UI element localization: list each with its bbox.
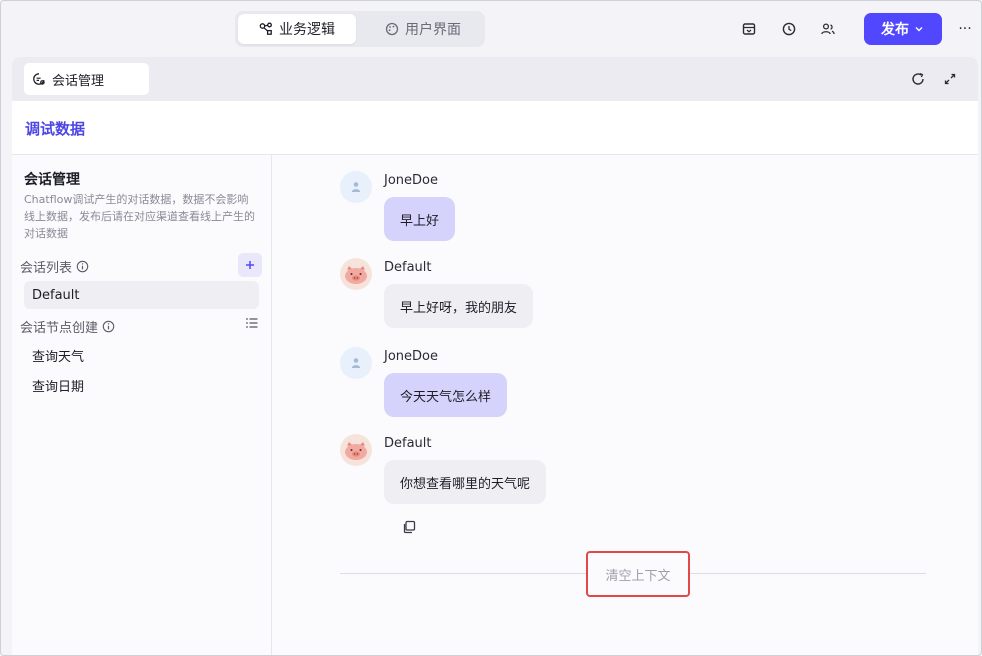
conversation-panel: 会话管理 调试数据 会话管理 Chatflow调试产生的对话数据，数据不会影响线… <box>12 57 978 655</box>
message-text: 早上好呀，我的朋友 <box>400 300 518 316</box>
expand-icon <box>944 73 956 85</box>
refresh-icon <box>912 73 924 85</box>
workflow-icon <box>259 22 272 35</box>
app-window: 业务逻辑 用户界面 发布 ··· 会话管理 调试数据 会话管理 Chatflow… <box>0 0 982 656</box>
refresh-button[interactable] <box>906 67 930 91</box>
clear-context-label: 清空上下文 <box>605 568 671 584</box>
tab-label: 用户界面 <box>405 22 461 38</box>
chat-area: JoneDoe 早上好 Default 早上好呀，我的朋友 JoneDoe 今天… <box>272 155 978 655</box>
bot-avatar <box>340 258 372 290</box>
message-text: 你想查看哪里的天气呢 <box>400 476 531 492</box>
history-icon <box>782 22 796 36</box>
history-button[interactable] <box>777 17 801 41</box>
message-sender: Default <box>384 260 432 275</box>
divider-left <box>340 573 586 574</box>
info-icon[interactable] <box>102 320 115 333</box>
tab-business-logic[interactable]: 业务逻辑 <box>238 14 356 44</box>
add-conversation-button[interactable] <box>238 253 262 277</box>
section-title: 调试数据 <box>25 120 86 138</box>
archive-button[interactable] <box>737 17 761 41</box>
bot-avatar <box>340 434 372 466</box>
collaborators-button[interactable] <box>816 17 840 41</box>
message-sender: Default <box>384 436 432 451</box>
chevron-down-icon <box>915 27 923 32</box>
message-bubble: 你想查看哪里的天气呢 <box>384 460 547 504</box>
publish-button[interactable]: 发布 <box>864 13 942 45</box>
avatar <box>340 347 372 379</box>
list-item-label: Default <box>32 287 80 303</box>
palette-icon <box>385 22 399 36</box>
expand-button[interactable] <box>938 67 962 91</box>
conversation-item-default[interactable]: Default <box>24 281 259 309</box>
conversation-list-label: 会话列表 <box>20 261 73 276</box>
sidebar: 会话管理 Chatflow调试产生的对话数据，数据不会影响线上数据，发布后请在对… <box>12 155 271 655</box>
tab-user-interface[interactable]: 用户界面 <box>364 14 482 44</box>
message-bubble: 早上好呀，我的朋友 <box>384 284 534 328</box>
sidebar-title: 会话管理 <box>24 172 80 188</box>
message-sender: JoneDoe <box>384 173 438 188</box>
plus-icon <box>246 261 254 269</box>
node-create-header: 会话节点创建 <box>20 317 115 336</box>
users-icon <box>821 23 835 35</box>
pig-avatar-icon <box>345 266 367 284</box>
archive-icon <box>742 23 756 35</box>
message-bubble: 今天天气怎么样 <box>384 373 508 417</box>
message-bubble: 早上好 <box>384 197 456 241</box>
chat-settings-icon <box>33 73 45 85</box>
tab-label: 业务逻辑 <box>279 22 335 38</box>
list-item-label: 查询天气 <box>32 349 85 365</box>
message-sender: JoneDoe <box>384 349 438 364</box>
more-icon: ··· <box>958 21 972 37</box>
top-bar: 业务逻辑 用户界面 发布 ··· <box>1 1 981 57</box>
panel-tab-label: 会话管理 <box>52 73 105 89</box>
copy-icon[interactable] <box>401 519 417 535</box>
node-item-weather[interactable]: 查询天气 <box>24 341 259 369</box>
message-text: 今天天气怎么样 <box>400 389 492 405</box>
info-icon[interactable] <box>76 260 89 273</box>
node-create-label: 会话节点创建 <box>20 321 99 336</box>
panel-tab[interactable]: 会话管理 <box>24 63 149 95</box>
node-item-date[interactable]: 查询日期 <box>24 371 259 399</box>
user-icon <box>351 358 361 368</box>
message-text: 早上好 <box>400 213 440 229</box>
user-icon <box>351 182 361 192</box>
mode-switcher: 业务逻辑 用户界面 <box>235 11 485 47</box>
sidebar-description: Chatflow调试产生的对话数据，数据不会影响线上数据，发布后请在对应渠道查看… <box>24 193 255 240</box>
pig-avatar-icon <box>345 442 367 460</box>
publish-label: 发布 <box>881 22 909 38</box>
avatar <box>340 171 372 203</box>
list-icon[interactable] <box>244 315 260 331</box>
more-button[interactable]: ··· <box>953 17 977 41</box>
panel-header: 会话管理 <box>12 57 978 101</box>
clear-context-button[interactable]: 清空上下文 <box>586 551 690 597</box>
list-item-label: 查询日期 <box>32 379 85 395</box>
divider-right <box>690 573 926 574</box>
conversation-list-header: 会话列表 <box>20 257 89 276</box>
